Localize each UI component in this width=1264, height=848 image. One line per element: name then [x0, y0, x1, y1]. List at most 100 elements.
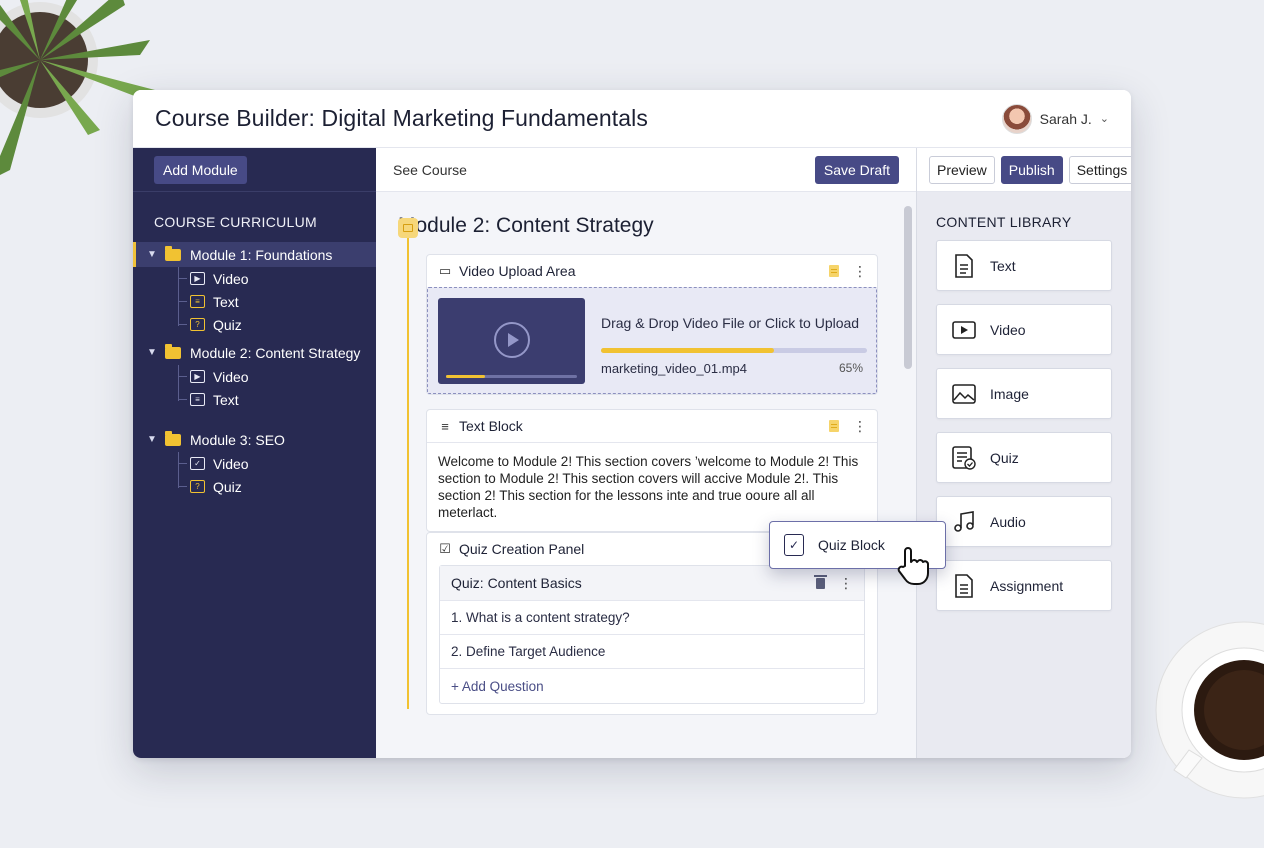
document-icon: [952, 253, 976, 278]
dropzone-label: Drag & Drop Video File or Click to Uploa…: [601, 315, 860, 331]
trash-icon[interactable]: [814, 574, 827, 589]
block-header: ▭ Video Upload Area ⋮: [427, 255, 877, 287]
video-icon: [952, 318, 976, 342]
clipboard-check-icon: ✓: [784, 534, 804, 556]
hand-cursor-icon: [897, 547, 929, 585]
add-question-button[interactable]: + Add Question: [440, 669, 864, 703]
module-row-1[interactable]: ▼ Module 1: Foundations: [133, 242, 376, 267]
more-options-icon[interactable]: ⋮: [853, 419, 867, 433]
quiz-name: Quiz: Content Basics: [451, 575, 582, 591]
note-icon[interactable]: [829, 265, 839, 277]
video-icon: ▶: [190, 370, 205, 383]
chevron-down-icon[interactable]: ▼: [147, 249, 157, 260]
library-item-audio[interactable]: Audio: [936, 496, 1112, 547]
library-item-quiz[interactable]: Quiz: [936, 432, 1112, 483]
quiz-icon: ?: [190, 318, 205, 331]
chevron-down-icon[interactable]: ▼: [147, 434, 157, 445]
chevron-down-icon: ⌄: [1099, 113, 1109, 125]
image-icon: [952, 382, 976, 406]
text-block: ≡ Text Block ⋮ Welcome to Module 2! This…: [426, 409, 878, 532]
music-note-icon: [952, 510, 976, 534]
quiz-panel: Quiz: Content Basics ⋮ 1. What is a cont…: [439, 565, 865, 704]
editor-toolbar: See Course Save Draft: [376, 148, 916, 192]
video-camera-icon: ▭: [438, 263, 452, 278]
quiz-icon: ?: [190, 480, 205, 493]
library-item-video[interactable]: Video: [936, 304, 1112, 355]
see-course-link[interactable]: See Course: [393, 162, 467, 178]
quiz-icon: [952, 445, 976, 470]
lesson-item[interactable]: ? Quiz: [157, 313, 376, 336]
block-title: Text Block: [459, 418, 523, 434]
timeline-line: [407, 225, 409, 709]
file-name: marketing_video_01.mp4: [601, 361, 747, 376]
play-icon[interactable]: [494, 322, 530, 358]
video-scrubber[interactable]: [446, 375, 577, 378]
content-library-panel: Preview Publish Settings CONTENT LIBRARY…: [916, 148, 1131, 758]
lesson-item[interactable]: ? Quiz: [157, 475, 376, 498]
library-heading: CONTENT LIBRARY: [936, 214, 1072, 230]
lesson-item[interactable]: ▶ Video: [157, 267, 376, 290]
text-doc-icon: ≡: [190, 295, 205, 308]
avatar: [1001, 103, 1032, 134]
upload-progress-bar: [601, 348, 867, 353]
user-menu[interactable]: Sarah J. ⌄: [1001, 103, 1109, 134]
library-item-label: Audio: [990, 513, 1026, 530]
lesson-label: Quiz: [213, 478, 242, 495]
user-name: Sarah J.: [1039, 110, 1092, 127]
library-item-label: Image: [990, 385, 1029, 402]
text-align-icon: ≡: [441, 418, 449, 434]
settings-button[interactable]: Settings: [1068, 155, 1131, 184]
video-dropzone[interactable]: Drag & Drop Video File or Click to Uploa…: [427, 287, 877, 394]
save-draft-button[interactable]: Save Draft: [814, 155, 899, 184]
lesson-label: Text: [213, 391, 239, 408]
text-doc-icon: ≡: [190, 393, 205, 406]
library-item-assignment[interactable]: Assignment: [936, 560, 1112, 611]
course-builder-window: Course Builder: Digital Marketing Fundam…: [133, 90, 1131, 758]
block-title: Quiz Creation Panel: [459, 541, 585, 557]
add-module-button[interactable]: Add Module: [154, 156, 247, 184]
text-block-content[interactable]: Welcome to Module 2! This section covers…: [427, 442, 877, 531]
module-row-3[interactable]: ▼ Module 3: SEO: [133, 427, 376, 452]
lesson-label: Quiz: [213, 316, 242, 333]
folder-icon: [165, 430, 181, 446]
lesson-item[interactable]: ▶ Video: [157, 365, 376, 388]
page-title: Course Builder: Digital Marketing Fundam…: [155, 105, 648, 131]
curriculum-sidebar: Add Module COURSE CURRICULUM ▼ Module 1:…: [133, 148, 376, 758]
upload-progress-fill: [601, 348, 774, 353]
assignment-icon: [952, 573, 976, 598]
lesson-item[interactable]: ≡ Text: [157, 388, 376, 411]
lesson-item[interactable]: ≡ Text: [157, 290, 376, 313]
question-row[interactable]: 1. What is a content strategy?: [440, 601, 864, 635]
video-icon: ▶: [190, 272, 205, 285]
title-bar: Course Builder: Digital Marketing Fundam…: [133, 90, 1131, 148]
note-icon[interactable]: [829, 420, 839, 432]
lesson-item[interactable]: ✓ Video: [157, 452, 376, 475]
upload-percent: 65%: [838, 361, 863, 375]
module-title: Module 2: Content Strategy: [398, 214, 654, 237]
module-label: Module 1: Foundations: [190, 246, 333, 263]
more-options-icon[interactable]: ⋮: [839, 576, 853, 590]
checkbox-icon: ☑: [439, 541, 451, 556]
folder-icon: [165, 245, 181, 261]
library-item-text[interactable]: Text: [936, 240, 1112, 291]
checkbox-icon: ✓: [190, 457, 205, 470]
library-item-image[interactable]: Image: [936, 368, 1112, 419]
library-item-label: Video: [990, 321, 1026, 338]
block-header: ≡ Text Block ⋮: [427, 410, 877, 442]
folder-icon: [165, 343, 181, 359]
quiz-header: Quiz: Content Basics ⋮: [440, 566, 864, 601]
lesson-label: Video: [213, 368, 249, 385]
question-row[interactable]: 2. Define Target Audience: [440, 635, 864, 669]
lesson-label: Text: [213, 293, 239, 310]
more-options-icon[interactable]: ⋮: [853, 264, 867, 278]
scrollbar[interactable]: [904, 206, 912, 369]
chevron-down-icon[interactable]: ▼: [147, 347, 157, 358]
publish-button[interactable]: Publish: [1000, 155, 1063, 184]
module-label: Module 2: Content Strategy: [190, 344, 361, 361]
module-row-2[interactable]: ▼ Module 2: Content Strategy: [133, 340, 376, 365]
preview-button[interactable]: Preview: [929, 155, 995, 184]
library-item-label: Quiz: [990, 449, 1019, 466]
publish-toolbar: Preview Publish Settings: [917, 148, 1131, 192]
lesson-label: Video: [213, 270, 249, 287]
lesson-label: Video: [213, 455, 249, 472]
